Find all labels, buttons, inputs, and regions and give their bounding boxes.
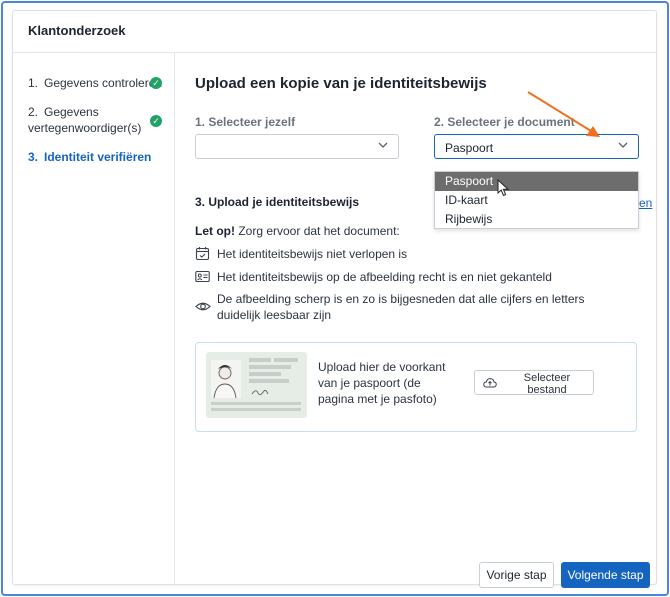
step-number: 3. xyxy=(28,150,39,164)
sidebar-step-1[interactable]: 1. Gegevens controleren xyxy=(28,75,162,91)
option-paspoort[interactable]: Paspoort xyxy=(435,172,638,191)
select-self-label: 1. Selecteer jezelf xyxy=(195,115,296,129)
requirement-item: Het identiteitsbewijs niet verlopen is xyxy=(195,246,635,262)
section-heading: Upload een kopie van je identiteitsbewij… xyxy=(195,75,487,92)
id-card-icon xyxy=(195,269,210,288)
step-label: Gegevens controleren xyxy=(44,76,163,90)
previous-step-button[interactable]: Vorige stap xyxy=(479,562,554,588)
select-document-label: 2. Selecteer je document xyxy=(434,115,575,129)
upload-instruction: Upload hier de voorkant van je paspoort … xyxy=(318,360,446,406)
select-file-button[interactable]: Selecteer bestand xyxy=(474,370,594,396)
wizard-card: Klantonderzoek 1. Gegevens controleren ✓ … xyxy=(12,10,657,588)
upload-dropzone[interactable]: Upload hier de voorkant van je paspoort … xyxy=(195,342,637,432)
requirement-text: Het identiteitsbewijs niet verlopen is xyxy=(217,247,408,261)
step-number: 1. xyxy=(28,76,39,90)
main-panel: Upload een kopie van je identiteitsbewij… xyxy=(175,53,657,588)
next-step-button[interactable]: Volgende stap xyxy=(561,562,650,588)
card-header: Klantonderzoek xyxy=(13,11,656,53)
mouse-cursor-icon xyxy=(497,178,511,202)
requirement-item: De afbeelding scherp is en zo is bijgesn… xyxy=(195,291,635,323)
step-label-line2: vertegenwoordiger(s) xyxy=(28,121,142,135)
eye-icon xyxy=(195,299,211,318)
note-bold: Let op! xyxy=(195,224,235,238)
page-title: Klantonderzoek xyxy=(28,23,126,38)
cloud-upload-icon xyxy=(483,377,497,392)
check-icon: ✓ xyxy=(150,115,162,127)
step-label: Identiteit verifiëren xyxy=(44,150,152,164)
requirement-text: De afbeelding scherp is en zo is bijgesn… xyxy=(217,292,585,322)
requirement-text: Het identiteitsbewijs op de afbeelding r… xyxy=(217,270,552,284)
chevron-down-icon xyxy=(617,139,629,154)
select-file-label-line1: Selecteer xyxy=(523,372,571,384)
step-label: Gegevens xyxy=(44,105,99,119)
option-id-kaart[interactable]: ID-kaart xyxy=(435,191,638,210)
select-self-dropdown[interactable] xyxy=(195,134,399,159)
select-document-dropdown[interactable]: Paspoort xyxy=(434,134,639,159)
partially-hidden-link[interactable]: en xyxy=(639,196,652,210)
sidebar-step-3[interactable]: 3. Identiteit verifiëren xyxy=(28,149,151,165)
step-number: 2. xyxy=(28,105,39,119)
attention-note: Let op! Zorg ervoor dat het document: xyxy=(195,224,400,238)
chevron-down-icon xyxy=(377,139,389,154)
calendar-icon xyxy=(195,246,210,265)
sidebar-step-2[interactable]: 2. Gegevens vertegenwoordiger(s) xyxy=(28,104,141,136)
steps-sidebar: 1. Gegevens controleren ✓ 2. Gegevens vert… xyxy=(13,53,175,584)
document-options-list: Paspoort ID-kaart Rijbewijs xyxy=(434,171,639,229)
option-rijbewijs[interactable]: Rijbewijs xyxy=(435,210,638,229)
select-file-label-line2: bestand xyxy=(527,384,567,396)
passport-illustration xyxy=(206,352,307,423)
upload-section-title: 3. Upload je identiteitsbewijs xyxy=(195,195,360,209)
select-document-value: Paspoort xyxy=(445,141,494,155)
select-file-label: Selecteer bestand xyxy=(507,372,587,396)
requirement-item: Het identiteitsbewijs op de afbeelding r… xyxy=(195,269,635,285)
check-icon: ✓ xyxy=(150,77,162,89)
note-text: Zorg ervoor dat het document: xyxy=(235,224,400,238)
